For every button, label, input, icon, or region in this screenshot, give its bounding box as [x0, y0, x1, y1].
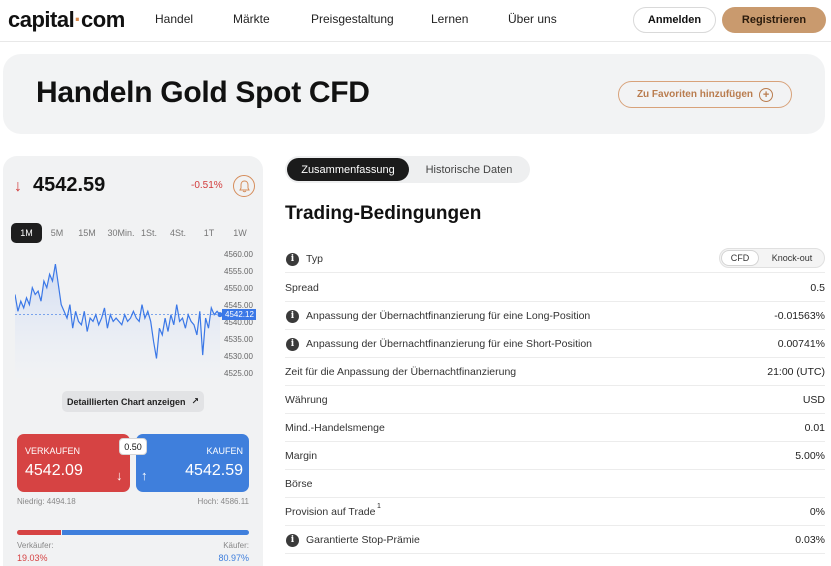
timeframe-1w[interactable]: 1W — [230, 223, 250, 243]
sellers-percentage: 19.03% — [17, 553, 48, 563]
timeframe-30min[interactable]: 30Min. — [106, 223, 136, 243]
add-to-favorites-label: Zu Favoriten hinzufügen — [636, 89, 754, 100]
price-change: -0.51% — [191, 180, 223, 191]
condition-value: 5.00% — [795, 450, 825, 462]
add-to-favorites-button[interactable]: Zu Favoriten hinzufügen + — [618, 81, 792, 108]
info-icon[interactable]: i — [286, 338, 299, 351]
info-icon[interactable]: i — [286, 310, 299, 323]
condition-label: Mind.-Handelsmenge — [285, 422, 385, 434]
condition-value: 21:00 (UTC) — [767, 366, 825, 378]
daily-high: Hoch: 4586.11 — [197, 497, 249, 506]
buy-arrow-icon: ↑ — [141, 468, 148, 483]
y-tick: 4555.00 — [224, 267, 253, 276]
plus-circle-icon: + — [759, 87, 774, 102]
condition-row: Zeit für die Anpassung der Übernachtfina… — [285, 358, 825, 386]
timeframe-1d[interactable]: 1T — [201, 223, 217, 243]
info-icon[interactable]: i — [286, 253, 299, 266]
condition-row: Provision auf Trade 1 0% — [285, 498, 825, 526]
tab-summary[interactable]: Zusammenfassung — [287, 158, 409, 181]
price-alert-bell-icon[interactable] — [233, 175, 255, 197]
external-arrow-icon: ↗ — [191, 396, 200, 406]
timeframe-1m[interactable]: 1M — [11, 223, 42, 243]
sentiment-sellers-bar — [17, 530, 61, 535]
type-toggle: CFD Knock-out — [719, 248, 825, 268]
condition-row: Börse — [285, 470, 825, 498]
type-option-cfd[interactable]: CFD — [721, 250, 759, 266]
sell-button[interactable]: VERKAUFEN 4542.09 ↓ — [17, 434, 130, 492]
detailed-chart-label: Detaillierten Chart anzeigen — [66, 396, 186, 407]
sell-arrow-icon: ↓ — [116, 468, 123, 483]
timeframe-5m[interactable]: 5M — [45, 223, 69, 243]
condition-row: Spread 0.5 — [285, 274, 825, 302]
y-tick: 4530.00 — [224, 352, 253, 361]
sellers-label: Verkäufer: — [17, 541, 54, 550]
condition-value: 0.01 — [804, 422, 825, 434]
current-price: 4542.59 — [33, 174, 106, 196]
nav-handel[interactable]: Handel — [155, 12, 193, 26]
price-area-fill — [15, 264, 220, 378]
condition-value: 0% — [809, 506, 825, 518]
y-tick: 4535.00 — [224, 335, 253, 344]
page-title: Handeln Gold Spot CFD — [36, 76, 370, 109]
nav-maerkte[interactable]: Märkte — [233, 12, 270, 26]
detailed-chart-button[interactable]: Detaillierten Chart anzeigen ↗ — [62, 391, 204, 412]
condition-label: Börse — [285, 478, 313, 490]
register-button[interactable]: Registrieren — [722, 7, 826, 33]
nav-ueber-uns[interactable]: Über uns — [508, 12, 557, 26]
footnote-marker: 1 — [377, 503, 381, 510]
login-button[interactable]: Anmelden — [633, 7, 716, 33]
condition-value: 0.00741% — [777, 338, 825, 350]
content-tabs: Zusammenfassung Historische Daten — [285, 156, 530, 183]
condition-row: i Anpassung der Übernachtfinanzierung für… — [285, 330, 825, 358]
y-tick: 4560.00 — [224, 250, 253, 259]
condition-label: Anpassung der Übernachtfinanzierung für … — [306, 338, 593, 350]
daily-low: Niedrig: 4494.18 — [17, 497, 76, 506]
buyers-percentage: 80.97% — [218, 553, 249, 563]
condition-label: Garantierte Stop-Prämie — [306, 534, 420, 546]
last-price-tag: 4542.12 — [222, 308, 256, 320]
nav-lernen[interactable]: Lernen — [431, 12, 468, 26]
type-label: Typ — [306, 253, 323, 265]
sentiment-buyers-bar — [62, 530, 249, 535]
timeframe-4h[interactable]: 4St. — [167, 223, 189, 243]
top-navigation: capital·com Handel Märkte Preisgestaltun… — [0, 0, 831, 42]
instrument-hero: Handeln Gold Spot CFD Zu Favoriten hinzu… — [3, 54, 825, 134]
condition-value: -0.01563% — [774, 310, 825, 322]
condition-label: Margin — [285, 450, 318, 462]
buy-price: 4542.59 — [185, 462, 243, 479]
condition-row: Mind.-Handelsmenge 0.01 — [285, 414, 825, 442]
y-tick: 4550.00 — [224, 284, 253, 293]
condition-row: Margin 5.00% — [285, 442, 825, 470]
condition-row: i Garantierte Stop-Prämie 0.03% — [285, 526, 825, 554]
info-icon[interactable]: i — [286, 534, 299, 547]
condition-value: 0.03% — [795, 534, 825, 546]
type-row: i Typ CFD Knock-out — [285, 245, 825, 273]
sell-label: VERKAUFEN — [25, 446, 81, 456]
condition-label: Provision auf Trade — [285, 506, 376, 518]
buy-label: KAUFEN — [206, 446, 243, 456]
condition-label: Zeit für die Anpassung der Übernachtfina… — [285, 366, 517, 378]
buy-button[interactable]: KAUFEN 4542.59 ↑ — [136, 434, 249, 492]
condition-label: Spread — [285, 282, 319, 294]
condition-label: Anpassung der Übernachtfinanzierung für … — [306, 310, 591, 322]
spread-badge: 0.50 — [119, 438, 147, 455]
condition-row: Währung USD — [285, 386, 825, 414]
timeframe-15m[interactable]: 15M — [75, 223, 99, 243]
condition-row: i Anpassung der Übernachtfinanzierung für… — [285, 302, 825, 330]
condition-label: Währung — [285, 394, 328, 406]
type-option-knock-out[interactable]: Knock-out — [762, 250, 822, 266]
buyers-label: Käufer: — [223, 541, 249, 550]
condition-value: USD — [802, 394, 825, 406]
condition-value: 0.5 — [810, 282, 825, 294]
sell-price: 4542.09 — [25, 462, 83, 479]
trading-conditions-title: Trading-Bedingungen — [285, 203, 482, 224]
capital-com-logo[interactable]: capital·com — [8, 7, 125, 33]
nav-preisgestaltung[interactable]: Preisgestaltung — [311, 12, 394, 26]
y-tick: 4525.00 — [224, 369, 253, 378]
tab-historical-data[interactable]: Historische Daten — [413, 158, 525, 181]
quote-card: ↓ 4542.59 -0.51% 1M 5M 15M 30Min. 1St. 4… — [3, 156, 263, 566]
down-arrow-icon: ↓ — [14, 178, 22, 195]
timeframe-1h[interactable]: 1St. — [139, 223, 159, 243]
